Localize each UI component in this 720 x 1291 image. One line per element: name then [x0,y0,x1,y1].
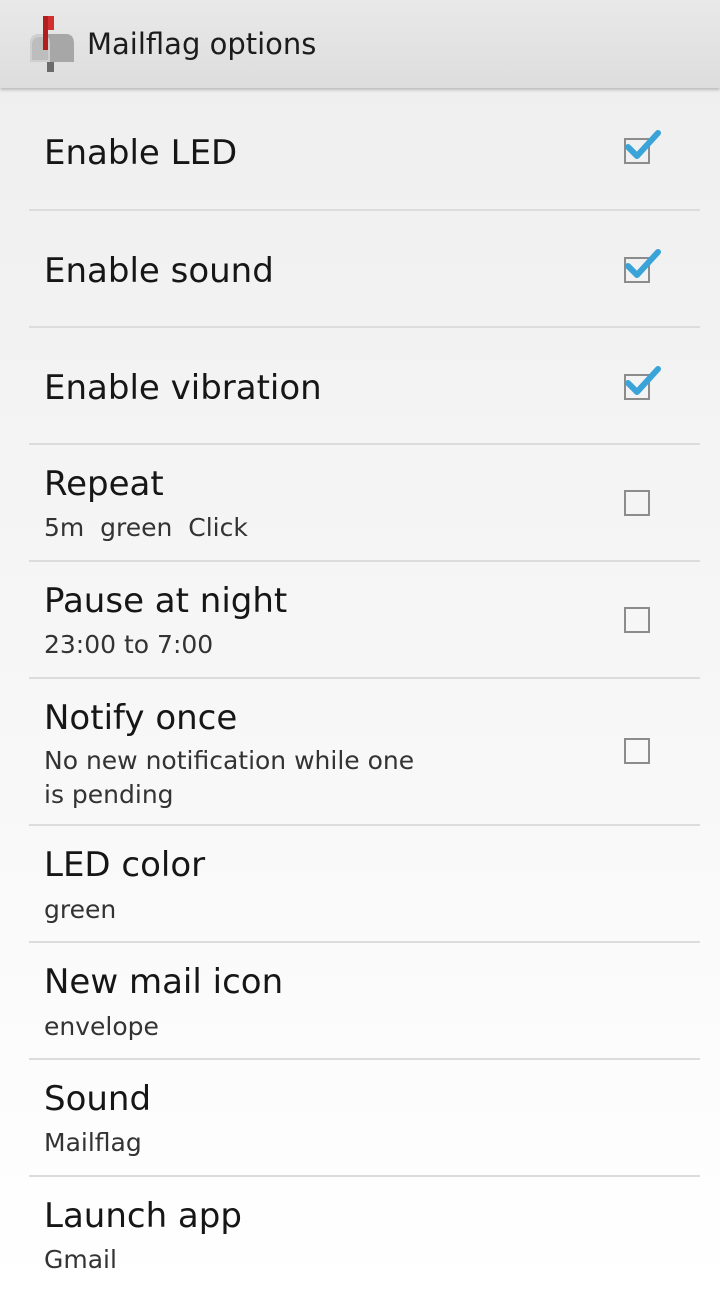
pref-title: Notify once [44,698,238,738]
pref-title: New mail icon [44,962,284,1002]
enable-led-checkbox[interactable] [624,130,661,164]
action-bar: Mailflag options [0,0,720,88]
pref-new-mail-icon[interactable]: New mail icon envelope [29,943,700,1060]
pref-summary: green [44,895,117,924]
pref-title: LED color [44,845,206,885]
checkmark-icon [625,249,661,278]
enable-vibration-checkbox[interactable] [624,366,661,400]
repeat-checkbox[interactable] [624,490,650,516]
pref-title: Pause at night [44,581,288,621]
pref-led-color[interactable]: LED color green [29,826,700,943]
checkmark-icon [625,366,661,395]
pref-pause-at-night[interactable]: Pause at night 23:00 to 7:00 [29,562,700,679]
pref-title: Repeat [44,464,164,504]
enable-sound-checkbox[interactable] [624,249,661,283]
pref-notify-once[interactable]: Notify once No new notification while on… [29,679,700,826]
pref-summary: envelope [44,1012,159,1041]
pref-title: Launch app [44,1196,242,1236]
pref-title: Sound [44,1079,152,1119]
pref-enable-vibration[interactable]: Enable vibration [29,328,700,445]
preference-list: Enable LED Enable sound Enable vibration… [0,91,720,1291]
pref-summary: Mailflag [44,1128,142,1157]
pref-title: Enable vibration [44,368,322,408]
pref-summary: Gmail [44,1245,117,1274]
pref-summary: 23:00 to 7:00 [44,630,214,659]
pause-at-night-checkbox[interactable] [624,607,650,633]
pref-title: Enable sound [44,251,274,291]
pref-enable-sound[interactable]: Enable sound [29,211,700,328]
pref-title: Enable LED [44,133,238,173]
checkmark-icon [625,130,661,159]
mailbox-icon [30,16,74,72]
pref-summary: No new notification while one is pending [44,746,415,809]
pref-repeat[interactable]: Repeat 5m green Click [29,445,700,562]
notify-once-checkbox[interactable] [624,738,650,764]
pref-sound[interactable]: Sound Mailflag [29,1060,700,1177]
pref-launch-app[interactable]: Launch app Gmail [29,1177,700,1291]
pref-enable-led[interactable]: Enable LED [29,91,700,211]
pref-summary: 5m green Click [44,513,248,542]
app-title: Mailflag options [87,27,317,61]
